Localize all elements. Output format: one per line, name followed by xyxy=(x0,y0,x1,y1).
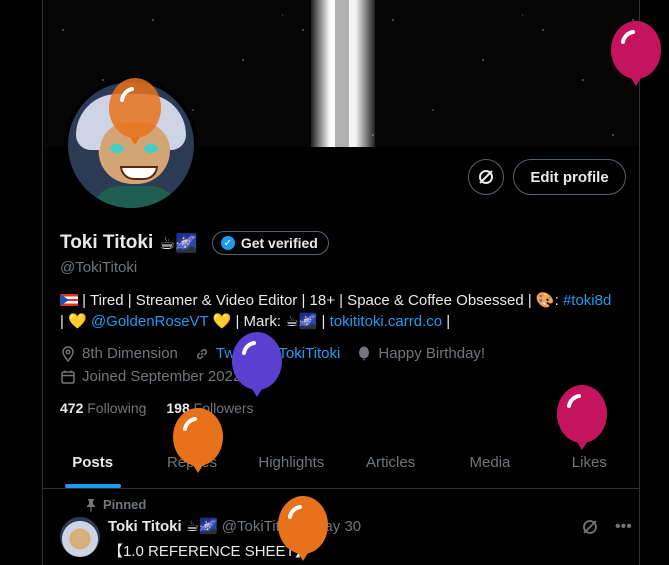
following-link[interactable]: 472 Following xyxy=(60,400,146,416)
balloon-orange-post-icon xyxy=(278,496,328,561)
more-options-icon[interactable]: ••• xyxy=(615,518,632,536)
birthday-text: Happy Birthday! xyxy=(378,345,486,362)
get-verified-label: Get verified xyxy=(240,235,318,251)
circle-slash-icon xyxy=(479,170,493,184)
banner-beam-core xyxy=(335,0,349,147)
bio-hashtag-link[interactable]: #toki8d xyxy=(563,292,611,309)
display-name: Toki Titoki xyxy=(60,232,154,253)
following-label: Following xyxy=(87,400,147,416)
profile-bio: | Tired | Streamer & Video Editor | 18+ … xyxy=(60,290,630,332)
following-count: 472 xyxy=(60,400,84,416)
get-verified-button[interactable]: ✓ Get verified xyxy=(211,231,329,255)
joined-text: Joined September 2022 xyxy=(82,368,242,385)
edit-profile-button[interactable]: Edit profile xyxy=(513,159,626,195)
balloon-magenta-top-icon xyxy=(611,21,661,86)
balloon-orange-tabs-icon xyxy=(173,408,223,473)
share-icon-button[interactable] xyxy=(468,159,504,195)
balloon-purple-icon xyxy=(232,332,282,397)
bio-text-1: | Tired | Streamer & Video Editor | 18+ … xyxy=(78,292,563,309)
bio-heart: 💛 xyxy=(68,313,91,330)
post-actions: ••• xyxy=(581,518,632,536)
link-icon xyxy=(196,348,207,359)
joined-row: Joined September 2022 xyxy=(60,368,241,385)
bio-website-link[interactable]: tokititoki.carrd.co xyxy=(330,313,443,330)
pinned-indicator: Pinned xyxy=(85,497,146,512)
pinned-label: Pinned xyxy=(103,497,147,512)
bio-text-2: 💛 | Mark: ☕🌌 | xyxy=(208,313,330,330)
profile-name-row: Toki Titoki ☕🌌 ✓ Get verified xyxy=(60,231,329,255)
balloon-orange-avatar-icon xyxy=(109,78,161,145)
bio-mention-link[interactable]: @GoldenRoseVT xyxy=(91,313,209,330)
profile-tabs: Posts Replies Highlights Articles Media … xyxy=(43,436,639,489)
grok-icon[interactable] xyxy=(581,518,599,536)
name-emoji: ☕🌌 xyxy=(159,232,198,253)
post-author-emoji: ☕🌌 xyxy=(185,518,218,535)
tab-media[interactable]: Media xyxy=(440,436,539,488)
balloon-icon xyxy=(359,346,370,361)
calendar-icon xyxy=(61,370,75,384)
tab-articles[interactable]: Articles xyxy=(341,436,440,488)
tab-posts[interactable]: Posts xyxy=(43,436,142,488)
post-avatar[interactable] xyxy=(60,517,100,557)
bio-text-3: | xyxy=(442,313,451,330)
avatar-collar xyxy=(90,186,180,208)
balloon-magenta-tabs-icon xyxy=(557,385,607,450)
bio-separator: | xyxy=(60,313,69,330)
post-author-name[interactable]: Toki Titoki xyxy=(108,518,182,535)
profile-handle: @TokiTitoki xyxy=(60,259,138,276)
location-pin-icon xyxy=(62,345,74,362)
location-text: 8th Dimension xyxy=(82,345,178,362)
verified-check-icon: ✓ xyxy=(220,236,235,250)
puerto-rico-flag-icon xyxy=(60,294,78,306)
tab-highlights[interactable]: Highlights xyxy=(242,436,341,488)
pin-icon xyxy=(87,498,95,512)
